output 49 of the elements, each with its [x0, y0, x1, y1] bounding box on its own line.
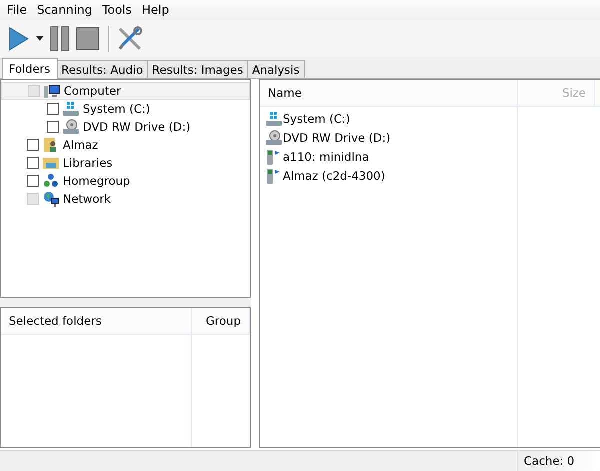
drive-icon [63, 101, 79, 117]
settings-button[interactable] [117, 26, 143, 52]
start-button[interactable] [8, 26, 30, 52]
checkbox[interactable] [27, 157, 39, 169]
menu-item[interactable]: File [2, 3, 32, 17]
homegroup-icon [43, 173, 59, 189]
optical-drive-icon [266, 130, 282, 146]
tree-item[interactable]: Almaz [1, 136, 250, 154]
optical-drive-icon [63, 119, 79, 135]
tree-item-label: Almaz [63, 138, 98, 152]
menu-item[interactable]: Scanning [32, 3, 98, 17]
user-folder-icon [43, 137, 59, 153]
pause-button[interactable] [50, 26, 70, 52]
tree-item-label: Homegroup [63, 174, 130, 188]
file-name: DVD RW Drive (D:) [283, 130, 391, 144]
tab[interactable]: Results: Audio [56, 60, 148, 78]
column-header[interactable]: Group [192, 308, 250, 334]
file-row[interactable]: System (C:) [260, 109, 517, 128]
menu-item[interactable]: Help [137, 3, 174, 17]
file-name: System (C:) [283, 112, 350, 126]
file-name: Almaz (c2d-4300) [283, 168, 386, 182]
checkbox[interactable] [27, 139, 39, 151]
column-header[interactable]: Name [260, 80, 518, 106]
stop-button[interactable] [76, 26, 100, 50]
tree-item-label: Libraries [63, 156, 113, 170]
tree-item-label: System (C:) [83, 102, 150, 116]
menu-item[interactable]: Tools [97, 3, 137, 17]
tree-item-label: Computer [64, 84, 122, 98]
dropdown-button[interactable] [36, 36, 44, 42]
tab[interactable]: Folders [2, 58, 58, 79]
column-header[interactable]: Selected folders [1, 308, 192, 334]
tab[interactable]: Analysis [247, 60, 305, 78]
cache-status: Cache: 0 [517, 451, 575, 471]
tree-item[interactable]: Libraries [1, 154, 250, 172]
tree-item-label: DVD RW Drive (D:) [83, 120, 191, 134]
library-folder-icon [43, 155, 59, 171]
file-row[interactable]: Almaz (c2d-4300) [260, 166, 517, 185]
file-name: a110: minidlna [283, 150, 370, 164]
tree-item-label: Network [63, 192, 112, 206]
file-row[interactable]: DVD RW Drive (D:) [260, 128, 517, 147]
drive-icon [266, 110, 282, 126]
computer-icon [44, 83, 60, 99]
tab[interactable]: Results: Images [147, 60, 248, 78]
tree-item[interactable]: Homegroup [1, 172, 250, 190]
media-server-icon [266, 168, 282, 184]
checkbox[interactable] [27, 175, 39, 187]
file-row[interactable]: a110: minidlna [260, 147, 517, 166]
media-server-icon [266, 148, 282, 164]
network-icon [43, 191, 59, 207]
